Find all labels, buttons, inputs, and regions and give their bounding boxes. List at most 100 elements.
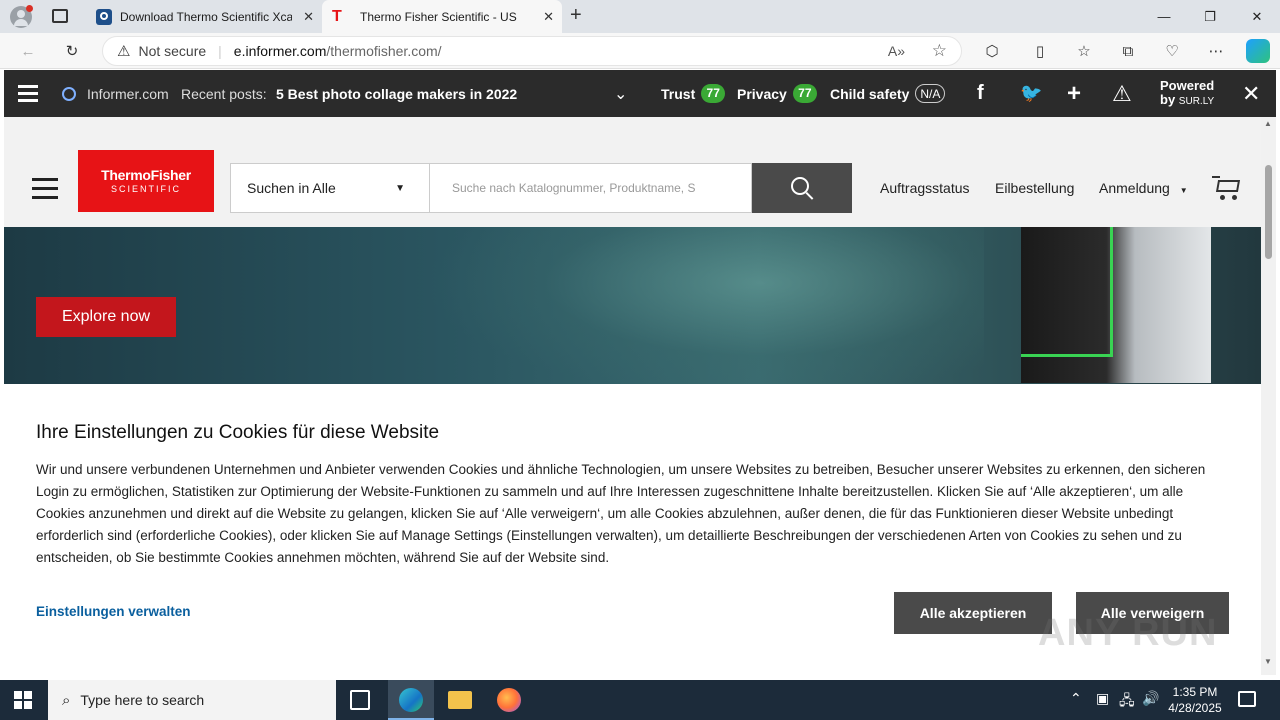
hamburger-menu-icon[interactable]	[18, 70, 38, 117]
cookie-body: Wir und unsere verbundenen Unternehmen u…	[36, 462, 1206, 565]
accept-all-button[interactable]: Alle akzeptieren	[894, 592, 1052, 634]
search-placeholder: Suche nach Katalognummer, Produktname, S	[452, 181, 696, 195]
security-label[interactable]: Not secure	[138, 43, 206, 59]
new-tab-icon[interactable]: +	[570, 4, 590, 28]
caret-down-icon: ▼	[1179, 186, 1188, 195]
vertical-scrollbar[interactable]: ▲ ▼	[1261, 117, 1276, 675]
surly-brand: SUR.LY	[1178, 95, 1215, 107]
refresh-icon[interactable]: ↻	[60, 39, 84, 63]
performance-icon[interactable]: ♡	[1160, 39, 1184, 63]
instrument-image	[1021, 227, 1211, 383]
extensions-icon[interactable]: ⬡	[980, 39, 1004, 63]
clock-time: 1:35 PM	[1172, 685, 1218, 699]
tab-title: Download Thermo Scientific Xcal	[120, 9, 292, 24]
powered-by-prefix: by	[1160, 91, 1176, 107]
cookie-banner: Ihre Einstellungen zu Cookies für diese …	[4, 384, 1261, 675]
search-scope-select[interactable]: Suchen in Alle ▼	[230, 163, 430, 213]
notifications-icon[interactable]	[1238, 691, 1256, 707]
nav-sign-in[interactable]: Anmeldung ▼	[1099, 180, 1188, 196]
collections-icon[interactable]: ⧉	[1116, 39, 1140, 63]
search-icon: ⌕	[62, 691, 71, 709]
address-bar[interactable]: ⚠ Not secure | e.informer.com/thermofish…	[102, 36, 962, 66]
taskbar-search-placeholder: Type here to search	[80, 692, 205, 708]
trust-badge: 77	[701, 84, 726, 103]
edge-taskbar-icon[interactable]	[388, 680, 434, 720]
clock[interactable]: 1:35 PM 4/28/2025	[1166, 684, 1224, 716]
restore-icon[interactable]: ❐	[1187, 0, 1233, 33]
thermo-favicon-icon: T	[332, 7, 342, 25]
child-safety-score[interactable]: Child safety N/A	[830, 70, 946, 117]
close-window-icon[interactable]: ✕	[1234, 0, 1280, 33]
cookie-title: Ihre Einstellungen zu Cookies für diese …	[36, 422, 440, 443]
taskbar-search-box[interactable]: ⌕ Type here to search	[48, 680, 336, 720]
back-icon[interactable]: ←	[16, 39, 40, 63]
recent-post-link[interactable]: 5 Best photo collage makers in 2022	[276, 70, 517, 117]
privacy-badge: 77	[792, 84, 817, 103]
minimize-icon[interactable]: —	[1141, 0, 1187, 33]
powered-by[interactable]: Powered by SUR.LY	[1160, 70, 1214, 117]
page-viewport: ThermoFisher SCIENTIFIC Suchen in Alle ▼…	[4, 117, 1261, 675]
trust-label: Trust	[661, 85, 696, 102]
windows-taskbar: ⌕ Type here to search ⌃ ▣ 🖧 🔊 1:35 PM 4/…	[0, 680, 1280, 720]
privacy-score[interactable]: Privacy 77	[737, 70, 817, 117]
scroll-up-icon[interactable]: ▲	[1264, 119, 1272, 128]
favorite-star-icon[interactable]: ☆	[932, 41, 947, 61]
manage-settings-link[interactable]: Einstellungen verwalten	[36, 604, 191, 619]
alert-icon[interactable]: ⚠	[1112, 70, 1132, 117]
split-screen-icon[interactable]: ▯	[1028, 39, 1052, 63]
caret-down-icon: ▼	[395, 182, 405, 194]
nav-quick-order[interactable]: Eilbestellung	[995, 180, 1074, 196]
tab-title: Thermo Fisher Scientific - US	[360, 9, 517, 24]
recent-posts-label: Recent posts:	[181, 85, 267, 102]
child-safety-label: Child safety	[830, 85, 910, 102]
cart-icon[interactable]	[1212, 176, 1242, 200]
profile-avatar-icon[interactable]	[10, 5, 33, 28]
site-search-input[interactable]: Suche nach Katalognummer, Produktname, S	[430, 163, 752, 213]
trust-score[interactable]: Trust 77	[661, 70, 726, 117]
site-menu-icon[interactable]	[32, 178, 58, 199]
favorites-icon[interactable]: ☆	[1072, 39, 1096, 63]
start-windows-icon[interactable]	[14, 691, 32, 709]
close-tab-icon[interactable]: ✕	[303, 9, 314, 25]
close-informer-icon[interactable]: ✕	[1242, 70, 1260, 117]
search-icon	[790, 176, 814, 200]
tab-actions-icon[interactable]	[52, 9, 68, 23]
tray-chevron-up-icon[interactable]: ⌃	[1070, 690, 1082, 707]
tab-thermo-fisher[interactable]: T Thermo Fisher Scientific - US ✕	[322, 0, 562, 33]
url-host: e.informer.com	[233, 43, 327, 59]
facebook-icon[interactable]: f	[977, 70, 984, 117]
browser-tab-bar: Download Thermo Scientific Xcal ✕ T Ther…	[0, 0, 1280, 33]
logo-line2: SCIENTIFIC	[110, 184, 181, 194]
scroll-thumb[interactable]	[1265, 165, 1272, 259]
informer-toolbar: Informer.com Recent posts: 5 Best photo …	[4, 70, 1276, 117]
close-tab-icon[interactable]: ✕	[543, 9, 554, 25]
chevron-down-icon[interactable]: ⌄	[614, 70, 627, 117]
clock-date: 4/28/2025	[1168, 701, 1222, 715]
file-explorer-icon[interactable]	[448, 691, 472, 709]
nav-order-status[interactable]: Auftragsstatus	[880, 180, 970, 196]
site-header: ThermoFisher SCIENTIFIC Suchen in Alle ▼…	[4, 117, 1261, 227]
address-toolbar: ← ↻ ⚠ Not secure | e.informer.com/thermo…	[0, 33, 1280, 69]
firefox-icon[interactable]	[497, 688, 521, 712]
hero-banner: Explore now	[4, 227, 1261, 384]
plus-icon[interactable]: +	[1067, 70, 1081, 117]
tab-download-xcalibur[interactable]: Download Thermo Scientific Xcal ✕	[86, 0, 322, 33]
powered-line: Powered	[1160, 77, 1215, 93]
search-scope-label: Suchen in Alle	[247, 180, 336, 196]
task-view-icon[interactable]	[350, 690, 370, 710]
copilot-icon[interactable]	[1246, 39, 1270, 63]
network-icon[interactable]: 🖧	[1119, 690, 1135, 714]
read-aloud-icon[interactable]: A»	[888, 43, 905, 59]
explore-now-button[interactable]: Explore now	[36, 297, 176, 337]
twitter-icon[interactable]: 🐦	[1020, 70, 1042, 117]
search-button[interactable]	[752, 163, 852, 213]
nav-sign-in-label: Anmeldung	[1099, 180, 1170, 196]
more-menu-icon[interactable]: ⋯	[1204, 39, 1228, 63]
thermo-fisher-logo[interactable]: ThermoFisher SCIENTIFIC	[78, 150, 214, 212]
tray-device-icon[interactable]: ▣	[1096, 690, 1109, 707]
volume-icon[interactable]: 🔊	[1142, 690, 1159, 707]
scroll-down-icon[interactable]: ▼	[1264, 657, 1272, 666]
informer-favicon-icon	[96, 8, 112, 25]
child-safety-badge: N/A	[915, 84, 946, 103]
informer-site-link[interactable]: Informer.com	[87, 70, 169, 117]
